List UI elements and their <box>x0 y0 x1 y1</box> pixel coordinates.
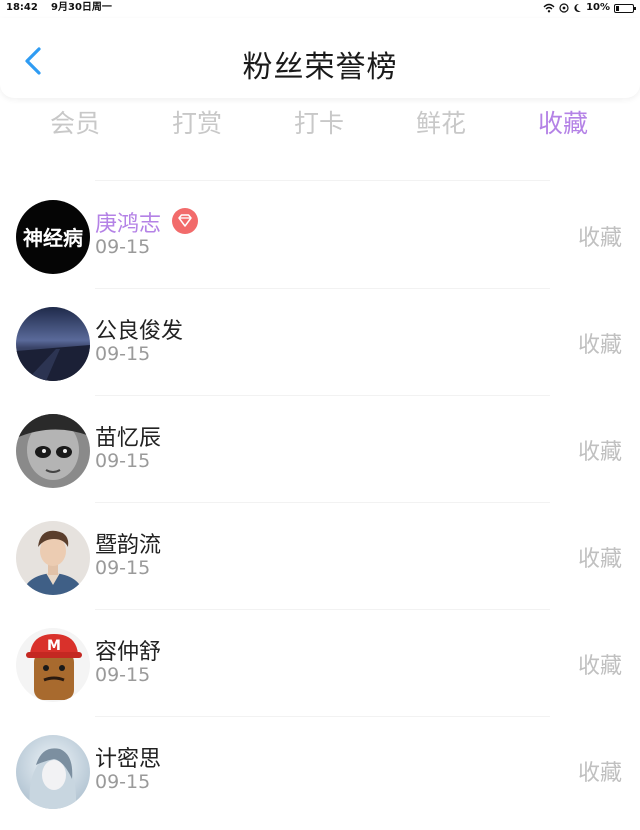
favorite-label: 收藏 <box>577 761 622 786</box>
tab-flower[interactable]: 鲜花 <box>381 104 501 140</box>
battery-icon <box>614 3 636 13</box>
list-item[interactable]: M 容仲舒 09-15 收藏 <box>0 616 640 723</box>
page-title: 粉丝荣誉榜 <box>242 50 398 85</box>
svg-text:神经病: 神经病 <box>23 226 83 250</box>
moon-icon <box>574 3 582 12</box>
diamond-badge-icon <box>172 208 198 234</box>
user-name: 容仲舒 <box>95 640 162 665</box>
favorite-label: 收藏 <box>577 547 622 572</box>
date-label: 09-15 <box>95 557 151 579</box>
favorite-label: 收藏 <box>577 333 622 358</box>
favorite-label: 收藏 <box>577 226 622 251</box>
list-item[interactable]: 公良俊发 09-15 收藏 <box>0 295 640 402</box>
avatar <box>16 735 90 809</box>
battery-percent: 10% <box>586 2 610 13</box>
date-label: 09-15 <box>95 343 151 365</box>
tab-bar: 会员 打赏 打卡 鲜花 收藏 <box>0 104 640 148</box>
status-date: 9月30日周一 <box>51 2 112 13</box>
avatar: M <box>16 628 90 702</box>
date-label: 09-15 <box>95 664 151 686</box>
tab-checkin[interactable]: 打卡 <box>259 104 379 140</box>
user-name: 庚鸿志 <box>95 212 162 237</box>
location-icon <box>559 3 569 13</box>
date-label: 09-15 <box>95 450 151 472</box>
divider <box>95 288 550 289</box>
date-label: 09-15 <box>95 771 151 793</box>
status-time: 18:42 <box>6 2 38 13</box>
divider <box>95 395 550 396</box>
avatar <box>16 307 90 381</box>
date-label: 09-15 <box>95 236 151 258</box>
divider <box>95 716 550 717</box>
list-item[interactable]: 苗忆辰 09-15 收藏 <box>0 402 640 509</box>
favorite-label: 收藏 <box>577 440 622 465</box>
divider <box>95 609 550 610</box>
divider <box>95 502 550 503</box>
favorite-label: 收藏 <box>577 654 622 679</box>
avatar <box>16 414 90 488</box>
avatar <box>16 521 90 595</box>
svg-text:M: M <box>47 638 61 654</box>
user-name: 公良俊发 <box>95 319 184 344</box>
list-item[interactable]: 计密思 09-15 收藏 <box>0 723 640 830</box>
tab-favorite[interactable]: 收藏 <box>503 104 623 140</box>
tab-tip[interactable]: 打赏 <box>137 104 257 140</box>
user-name: 苗忆辰 <box>95 426 162 451</box>
user-name: 暨韵流 <box>95 533 162 558</box>
user-name: 计密思 <box>95 747 162 772</box>
avatar: 神经病 <box>16 200 90 274</box>
navigation-bar: 粉丝荣誉榜 <box>0 18 640 98</box>
wifi-icon <box>543 3 555 13</box>
list-item[interactable]: 暨韵流 09-15 收藏 <box>0 509 640 616</box>
tab-member[interactable]: 会员 <box>15 104 135 140</box>
list-item[interactable]: 神经病 庚鸿志 09-15 收藏 <box>0 188 640 295</box>
divider <box>95 180 550 181</box>
status-bar: 18:42 9月30日周一 10% <box>0 0 640 16</box>
